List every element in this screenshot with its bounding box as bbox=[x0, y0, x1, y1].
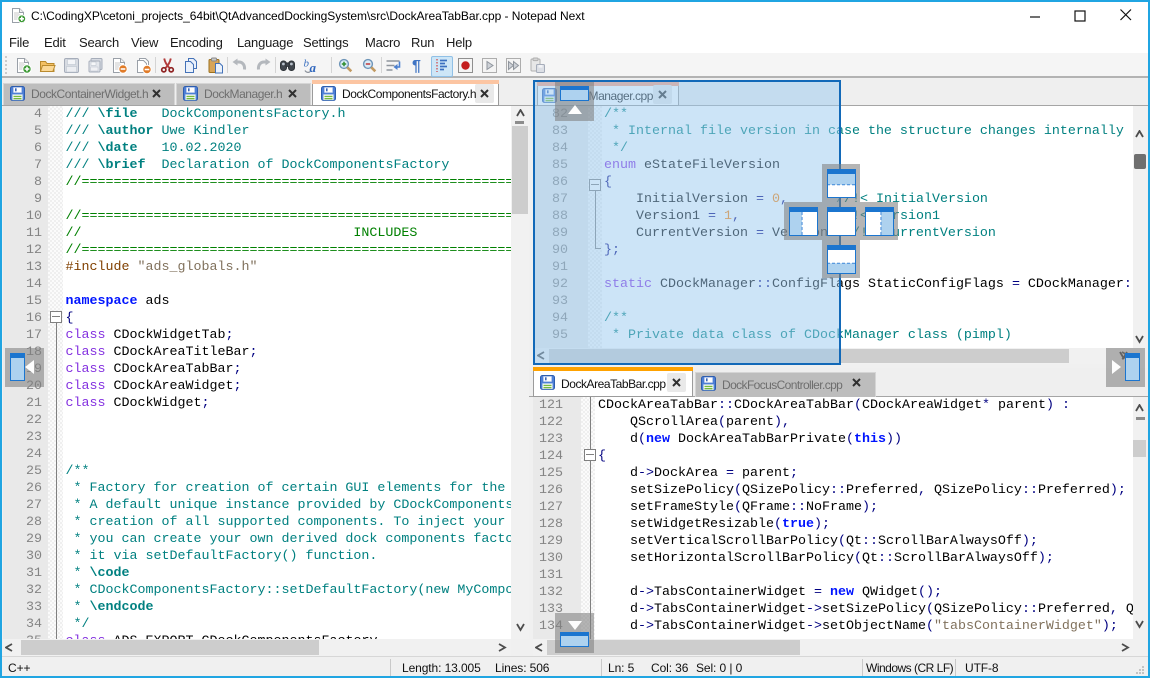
svg-text:a: a bbox=[309, 60, 316, 74]
svg-text:¶: ¶ bbox=[412, 58, 421, 74]
